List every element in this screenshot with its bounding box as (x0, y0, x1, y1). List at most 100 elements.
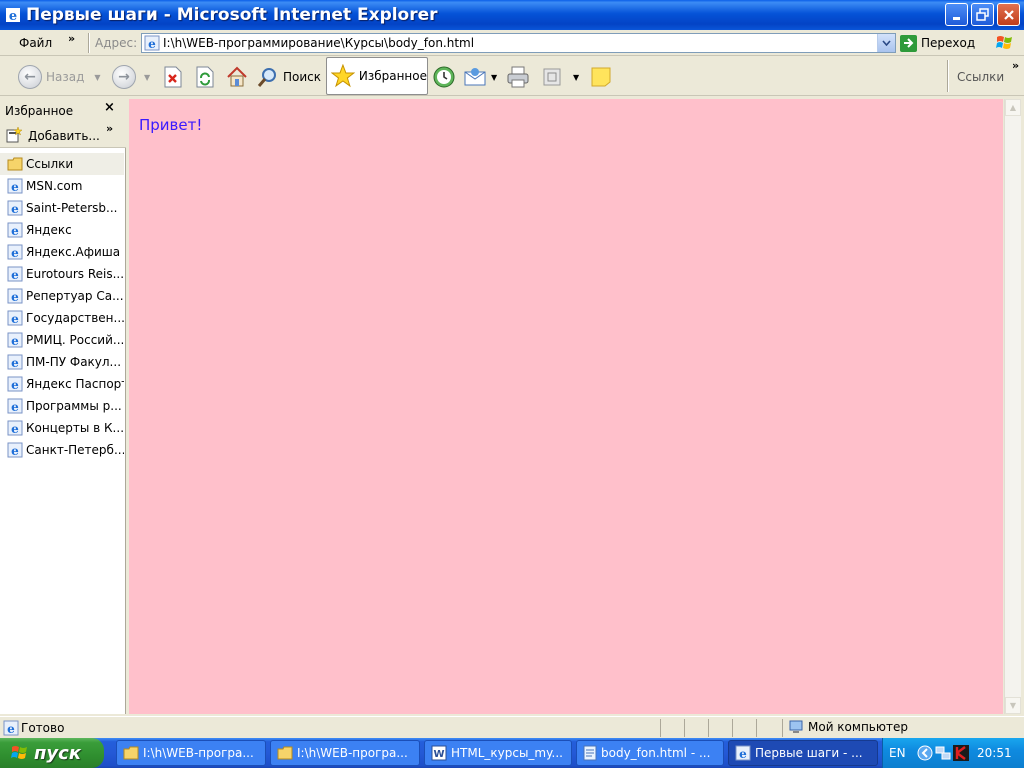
menu-overflow-chevron-icon[interactable]: » (68, 32, 75, 45)
security-zone[interactable]: Мой компьютер (788, 719, 908, 735)
history-button[interactable] (432, 62, 456, 92)
favorites-link[interactable]: e Программы р... (0, 395, 124, 417)
sidebar-overflow-chevron-icon[interactable]: » (106, 122, 113, 135)
language-indicator[interactable]: EN (889, 746, 906, 760)
svg-text:e: e (11, 444, 19, 458)
favorites-link[interactable]: e Государствен... (0, 307, 124, 329)
home-button[interactable] (225, 62, 249, 92)
favorites-link[interactable]: e РМИЦ. Россий... (0, 329, 124, 351)
vertical-scrollbar[interactable]: ▲ ▼ (1004, 99, 1021, 714)
computer-icon (789, 720, 803, 733)
title-bar[interactable]: e Первые шаги - Microsoft Internet Explo… (0, 0, 1024, 30)
favorites-link[interactable]: e Репертуар Са... (0, 285, 124, 307)
status-pane (684, 719, 685, 737)
favorites-item-label: Программы р... (26, 399, 122, 413)
back-arrow-icon: ← (18, 65, 42, 89)
ie-link-icon: e (7, 442, 23, 458)
svg-text:e: e (11, 378, 19, 392)
search-button[interactable]: Поиск (257, 62, 321, 92)
favorites-item-label: РМИЦ. Россий... (26, 333, 124, 347)
address-label: Адрес: (95, 36, 138, 50)
mail-dropdown-icon[interactable]: ▼ (491, 73, 497, 82)
favorites-item-label: Репертуар Са... (26, 289, 124, 303)
go-button[interactable]: Переход (900, 33, 975, 53)
svg-text:e: e (11, 224, 19, 238)
svg-text:e: e (11, 202, 19, 216)
favorites-link[interactable]: e Яндекс.Афиша (0, 241, 124, 263)
clock[interactable]: 20:51 (977, 746, 1012, 760)
add-favorite-button[interactable]: Добавить... » (0, 122, 126, 148)
restore-icon (976, 8, 989, 21)
star-icon (331, 64, 355, 88)
taskbar-button-label: I:\h\WEB-програ... (143, 746, 254, 760)
favorites-button[interactable]: Избранное (326, 57, 428, 95)
ie-link-icon: e (7, 332, 23, 348)
back-dropdown-icon[interactable]: ▼ (94, 73, 100, 82)
start-label: пуск (34, 742, 82, 764)
close-button[interactable] (997, 3, 1020, 26)
address-bar[interactable]: e I:\h\WEB-программирование\Курсы\body_f… (141, 33, 896, 53)
favorites-item-label: Eurotours Reis... (26, 267, 124, 281)
favorites-item-label: Ссылки (26, 157, 74, 171)
ie-link-icon: e (7, 398, 23, 414)
favorites-link[interactable]: e Eurotours Reis... (0, 263, 124, 285)
address-dropdown-button[interactable] (877, 34, 895, 52)
menu-file[interactable]: Файл (19, 36, 52, 50)
ie-link-icon: e (7, 200, 23, 216)
mail-button[interactable]: ▼ (463, 62, 497, 92)
taskbar-button[interactable]: W HTML_курсы_my... (424, 740, 572, 766)
add-favorite-label: Добавить... (28, 129, 100, 143)
svg-text:W: W (433, 749, 444, 760)
tray-expand-icon[interactable] (917, 745, 933, 761)
svg-text:e: e (11, 356, 19, 370)
add-favorite-icon (6, 127, 22, 143)
discuss-button[interactable] (590, 62, 612, 92)
refresh-button[interactable] (195, 62, 215, 92)
edit-button[interactable]: ▼ (543, 62, 579, 92)
address-input[interactable]: I:\h\WEB-программирование\Курсы\body_fon… (163, 36, 474, 50)
word-icon: W (431, 745, 447, 761)
ie-app-icon: e (6, 8, 20, 23)
search-label: Поиск (283, 70, 322, 84)
ie-link-icon: e (7, 420, 23, 436)
favorites-label: Избранное (358, 69, 427, 83)
start-button[interactable]: пуск (0, 738, 104, 768)
sidebar-close-icon[interactable]: × (104, 100, 115, 115)
antivirus-icon[interactable] (953, 745, 969, 761)
restore-button[interactable] (971, 3, 994, 26)
favorites-link[interactable]: e Saint-Petersb... (0, 197, 124, 219)
taskbar-button[interactable]: body_fon.html - ... (576, 740, 724, 766)
svg-text:e: e (9, 9, 17, 23)
page-content: Привет! (129, 99, 1003, 714)
history-icon (433, 66, 455, 88)
forward-dropdown-icon[interactable]: ▼ (144, 73, 150, 82)
stop-icon (164, 66, 182, 88)
favorites-link[interactable]: e Яндекс (0, 219, 124, 241)
print-button[interactable] (505, 62, 531, 92)
favorites-folder[interactable]: Ссылки (0, 153, 124, 175)
scroll-down-icon[interactable]: ▼ (1005, 697, 1021, 714)
favorites-link[interactable]: e Санкт-Петерб... (0, 439, 124, 461)
taskbar-button-active[interactable]: e Первые шаги - ... (728, 740, 878, 766)
refresh-icon (196, 66, 214, 88)
network-icon[interactable] (935, 745, 951, 761)
forward-button[interactable]: → ▼ (112, 62, 150, 92)
taskbar-button[interactable]: I:\h\WEB-програ... (116, 740, 266, 766)
svg-text:e: e (739, 747, 747, 761)
edit-dropdown-icon[interactable]: ▼ (573, 73, 579, 82)
favorites-link[interactable]: e MSN.com (0, 175, 124, 197)
ie-link-icon: e (7, 222, 23, 238)
favorites-link[interactable]: e ПМ-ПУ Факул... (0, 351, 124, 373)
status-pane (660, 719, 661, 737)
svg-text:e: e (11, 334, 19, 348)
back-button[interactable]: ← Назад ▼ (18, 62, 101, 92)
favorites-link[interactable]: e Концерты в К... (0, 417, 124, 439)
svg-text:e: e (11, 180, 19, 194)
taskbar-button[interactable]: I:\h\WEB-програ... (270, 740, 420, 766)
links-overflow-chevron-icon[interactable]: » (1012, 59, 1019, 72)
links-toolbar-label[interactable]: Ссылки (957, 70, 1004, 84)
favorites-link[interactable]: e Яндекс Паспорт (0, 373, 124, 395)
minimize-button[interactable] (945, 3, 968, 26)
stop-button[interactable] (163, 62, 183, 92)
scroll-up-icon[interactable]: ▲ (1005, 99, 1021, 116)
